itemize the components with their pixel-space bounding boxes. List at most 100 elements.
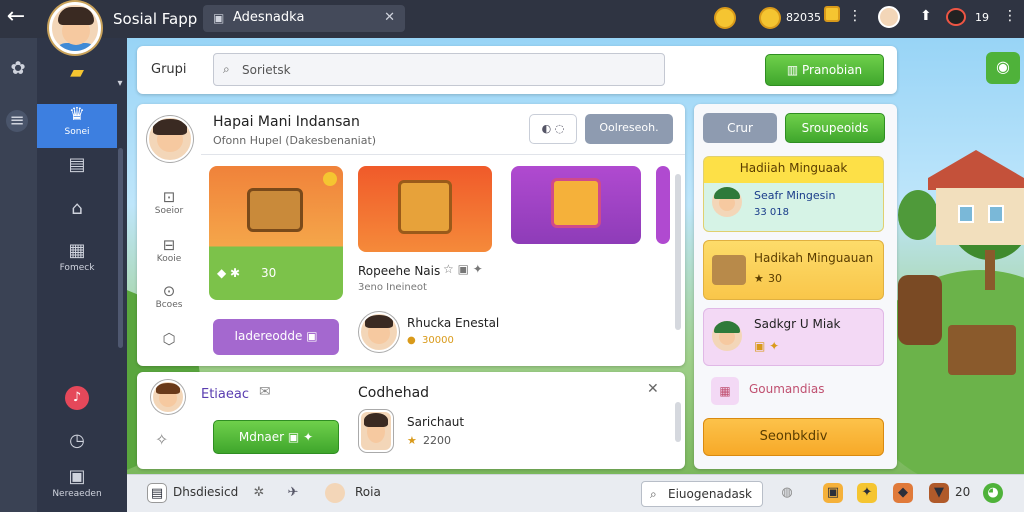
widget-title: Sadkgr U Miak (754, 317, 841, 331)
reward-value: 30 (261, 266, 277, 280)
side-icon-bcoes[interactable]: ⊙ Bcoes (151, 282, 187, 310)
page-subtitle: Ofonn Hupel (Dakesbenaniat) (213, 134, 377, 147)
tab-crur[interactable]: Crur (703, 113, 777, 143)
currency-amount: 82035 (786, 11, 821, 24)
reward-widget-2[interactable]: Hadikah Minguauan ★ 30 (703, 240, 884, 300)
settings-gear-icon[interactable]: ✿ (6, 58, 30, 82)
trash-icon: ▥ (786, 63, 802, 77)
gear-icon[interactable]: ✲ (249, 483, 269, 503)
timer-icon: ◷ (69, 430, 85, 451)
elf-avatar-icon (712, 187, 742, 217)
toggle-button[interactable]: ◐ ◌ (529, 114, 577, 144)
next-card-peek[interactable] (656, 166, 670, 244)
sidebar-item-music[interactable]: ♪ (37, 386, 117, 430)
main-scrollbar[interactable] (675, 174, 681, 330)
side-icon-soeior[interactable]: ⊡ Soeior (151, 188, 187, 216)
folder-icon: ▣ (213, 11, 225, 25)
search-icon: ⌕ (650, 487, 657, 501)
widget-value: 30 (768, 272, 782, 285)
page-title: Hapai Mani Indansan (213, 114, 360, 130)
bottom-bar: ▤ Dhsdiesicd ✲ ✈ Roia ⌕ Eiuogenadask ◍ ▣… (127, 474, 1024, 512)
menu-icon[interactable]: ≡ (6, 110, 28, 132)
treasure-icon[interactable]: ▣ (823, 483, 843, 503)
group-header: Grupi ⌕ Sorietsk ▥ Pranobian (137, 46, 897, 94)
refresh-button[interactable]: ◉ (986, 52, 1020, 84)
document-icon: ▤ (147, 483, 167, 503)
search-input[interactable]: ⌕ Sorietsk (213, 53, 665, 86)
sidebar-bottom-label: Nereaeden (52, 489, 102, 499)
search-tab-label: Adesnadka (233, 10, 305, 25)
chest-card[interactable] (358, 166, 492, 252)
filter-button[interactable]: Oolreseoh. (585, 114, 673, 144)
back-arrow-icon[interactable]: ← (2, 4, 30, 32)
group-avatar (147, 116, 193, 162)
coin-icon: ● (407, 335, 416, 346)
link-icon: ▦ (711, 377, 739, 405)
reward-widget-1[interactable]: Hadiiah Minguaak Seafr Mingesin 33 018 (703, 156, 884, 232)
bottom-search-field[interactable]: ⌕ Eiuogenadask (641, 481, 763, 507)
search-tab[interactable]: ▣ Adesnadka ✕ (203, 5, 405, 32)
group-label: Grupi (151, 62, 187, 77)
lower-scrollbar[interactable] (675, 402, 681, 442)
treasure-chest-icon (247, 188, 303, 232)
sidebar-item-fomeck[interactable]: ▦ Fomeck (37, 240, 117, 284)
badge-icon (323, 172, 337, 186)
more-icon[interactable]: ⋮ (1003, 8, 1017, 24)
hexagon-icon[interactable]: ⬡ (151, 330, 187, 348)
trophy-icon[interactable]: ▼ (929, 483, 949, 503)
mdnaer-label: Mdnaer (238, 430, 285, 444)
right-panel: Crur Sroupeoids Hadiiah Minguaak Seafr M… (694, 104, 897, 469)
message-icon[interactable]: ✉ (259, 384, 271, 400)
bottom-item-2[interactable]: Roia (355, 485, 381, 499)
cta-button[interactable]: Seonbkdiv (703, 418, 884, 456)
bird-icon[interactable]: ✈ (283, 483, 303, 503)
home-icon: ⌂ (71, 198, 83, 219)
sidebar-item-gold[interactable]: ▰ (37, 62, 117, 106)
gold-coin-icon (759, 7, 781, 29)
sidebar: ▰ ▾ ♛ Sonei ▤ ⌂ ▦ Fomeck ♪ ◷ ▣ Nereaeden (37, 38, 127, 512)
item-action-icons[interactable]: ☆ ▣ ✦ (443, 262, 483, 276)
reward-card[interactable]: ◆ ✱ 30 (209, 166, 343, 300)
side-icon-label: Bcoes (155, 300, 183, 310)
profile-icon[interactable] (878, 6, 900, 28)
sidebar-item-book[interactable]: ▤ (37, 154, 117, 198)
player-avatar (359, 410, 393, 452)
medal-icon[interactable]: ◆ (893, 483, 913, 503)
share-icon[interactable]: ✧ (155, 430, 168, 449)
mdnaer-button[interactable]: Mdnaer ▣ ✦ (213, 420, 339, 454)
smiley-icon[interactable] (714, 7, 736, 29)
avatar-icon (325, 483, 345, 503)
divider (201, 154, 685, 155)
sidebar-item-label: Fomeck (59, 263, 95, 273)
gift-box-icon (551, 178, 601, 228)
goumandias-link[interactable]: Goumandias (749, 382, 824, 396)
tab-sroupeoids[interactable]: Sroupeoids (785, 113, 885, 143)
sidebar-item-sonei[interactable]: ♛ Sonei (37, 104, 117, 148)
close-icon[interactable]: ✕ (384, 10, 395, 25)
treasure-chest-icon (712, 255, 746, 285)
shop-icon: ▦ (68, 240, 86, 261)
app-title: Sosial Fapp (113, 10, 198, 28)
bottom-item-1[interactable]: Dhsdiesicd (173, 485, 238, 499)
crown-icon: ♛ (68, 104, 86, 125)
chat-icon[interactable]: ◍ (777, 483, 797, 503)
reward-widget-3[interactable]: Sadkgr U Miak ▣ ✦ (703, 308, 884, 366)
chat-bubble-icon[interactable]: ◕ (983, 483, 1003, 503)
arrow-up-icon[interactable]: ⬆ (920, 8, 932, 24)
sidebar-item-store[interactable]: ▣ Nereaeden (37, 466, 117, 510)
pranobian-button[interactable]: ▥ Pranobian (765, 54, 884, 86)
close-icon[interactable]: ✕ (647, 381, 659, 397)
player-avatar (359, 312, 399, 352)
section-title: Codhehad (358, 385, 430, 401)
bottom-item-3: Eiuogenadask (668, 487, 752, 501)
chevron-down-icon[interactable]: ▾ (115, 78, 125, 92)
sidebar-item-home[interactable]: ⌂ (37, 198, 117, 242)
gift-card[interactable] (511, 166, 641, 244)
sidebar-scrollbar[interactable] (118, 148, 123, 348)
search-placeholder: Sorietsk (242, 63, 291, 77)
gift-icon[interactable]: ✦ (857, 483, 877, 503)
primary-action-button[interactable]: Iadereodde ▣ (213, 319, 339, 355)
user-avatar[interactable] (49, 2, 101, 54)
menu-dots-icon[interactable]: ⋮ (848, 8, 862, 24)
side-icon-kooie[interactable]: ⊟ Kooie (151, 236, 187, 264)
